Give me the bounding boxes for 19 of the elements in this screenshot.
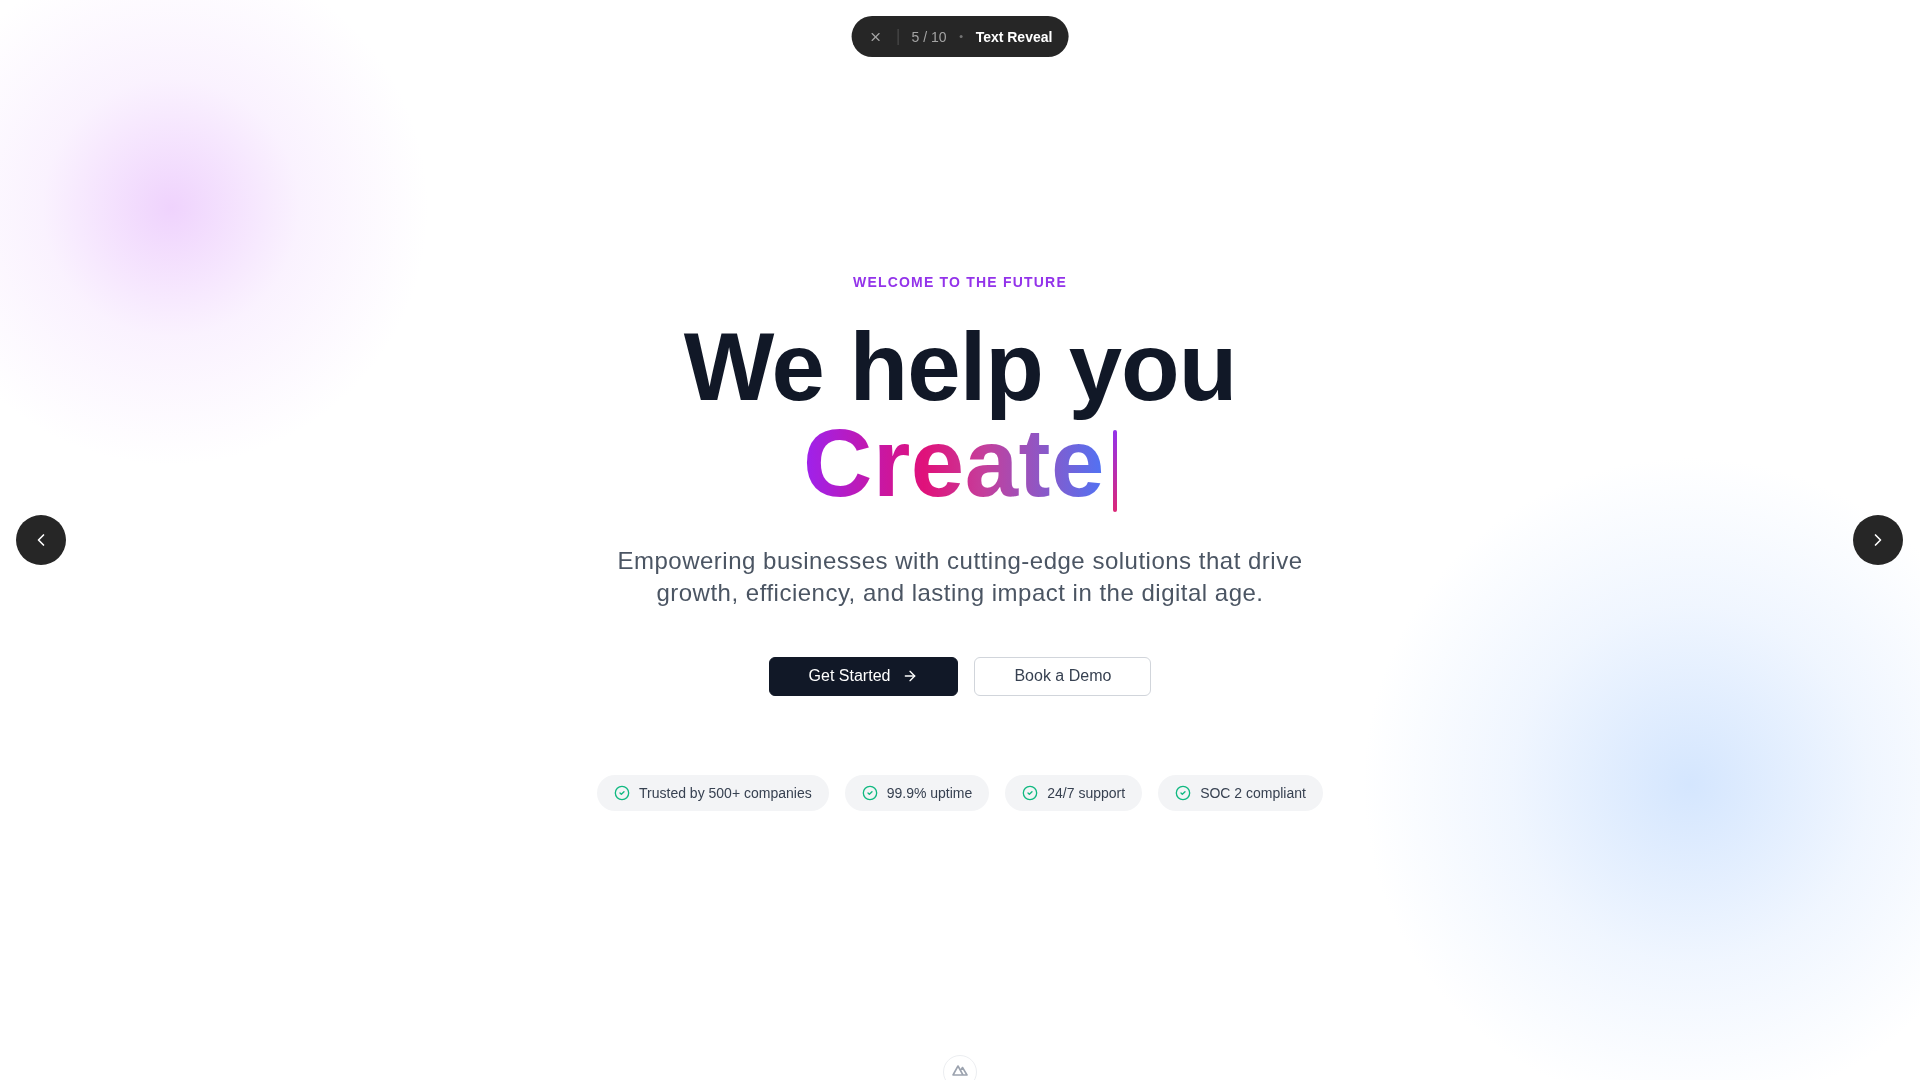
hero-subtitle: Empowering businesses with cutting-edge solutions that drive growth, efficiency, and lasting impact in the digital age. bbox=[616, 545, 1304, 608]
check-circle-icon bbox=[1022, 784, 1039, 801]
next-slide-button[interactable] bbox=[1853, 515, 1903, 565]
get-started-button[interactable]: Get Started bbox=[768, 656, 959, 696]
eyebrow-label: WELCOME TO THE FUTURE bbox=[853, 272, 1067, 292]
badge-label: SOC 2 compliant bbox=[1200, 784, 1306, 801]
check-circle-icon bbox=[1175, 784, 1192, 801]
slide-counter: 5 / 10 bbox=[911, 28, 947, 45]
demo-button[interactable]: Book a Demo bbox=[974, 656, 1152, 696]
separator-dot-icon bbox=[959, 35, 963, 38]
badge-label: Trusted by 500+ companies bbox=[639, 784, 812, 801]
badge-label: 24/7 support bbox=[1047, 784, 1126, 801]
text-cursor-icon bbox=[1112, 429, 1117, 512]
headline: We help you bbox=[683, 318, 1237, 422]
check-circle-icon bbox=[861, 784, 878, 801]
slide-title: Text Reveal bbox=[975, 28, 1053, 45]
badge-label: 99.9% uptime bbox=[886, 784, 973, 801]
previous-slide-button[interactable] bbox=[16, 515, 66, 565]
check-circle-icon bbox=[614, 784, 631, 801]
